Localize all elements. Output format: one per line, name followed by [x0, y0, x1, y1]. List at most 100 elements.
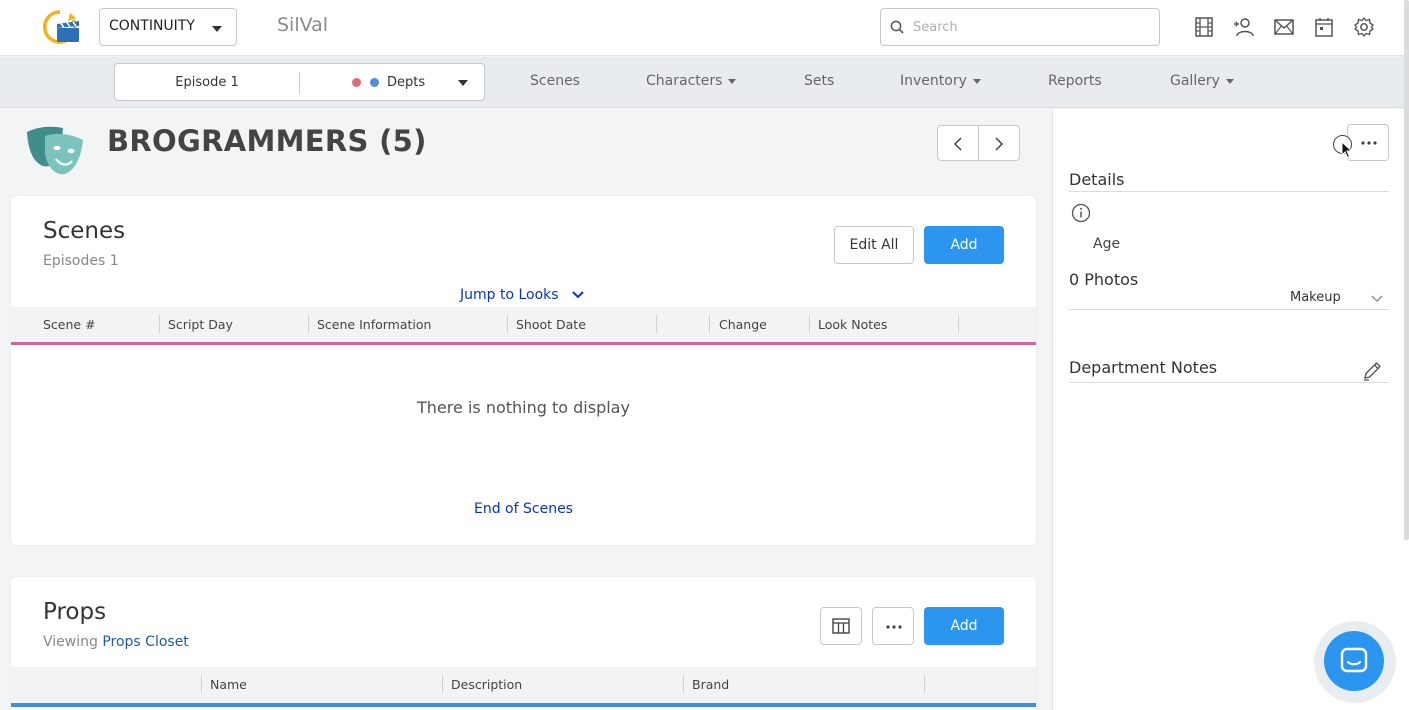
project-name: SilVal	[277, 14, 329, 36]
props-card: Props Viewing Props Closet Add Name Desc…	[11, 577, 1036, 710]
photos-filter-select[interactable]: Makeup	[1290, 290, 1341, 305]
nav-scenes[interactable]: Scenes	[530, 73, 580, 89]
scenes-card: Scenes Episodes 1 Edit All Add Jump to L…	[11, 196, 1036, 545]
add-scene-button[interactable]: Add	[924, 226, 1004, 264]
props-table-header: Name Description Brand	[11, 667, 1036, 703]
page-title: BROGRAMMERS (5)	[107, 124, 427, 158]
col-shoot-date[interactable]: Shoot Date	[516, 317, 586, 332]
depts-select[interactable]: Depts	[387, 75, 425, 90]
col-brand[interactable]: Brand	[692, 677, 729, 692]
nav-gallery-label: Gallery	[1170, 73, 1220, 89]
col-scene-information[interactable]: Scene Information	[317, 317, 431, 332]
page-scrollbar[interactable]	[1404, 0, 1409, 540]
column-separator	[201, 675, 202, 693]
panel-more-button[interactable]	[1347, 124, 1389, 161]
selector-divider	[299, 72, 300, 94]
column-separator	[683, 675, 684, 693]
scenes-subtitle: Episodes 1	[43, 253, 119, 269]
age-label: Age	[1093, 236, 1121, 252]
gear-icon[interactable]	[1353, 16, 1375, 38]
props-accent-bar	[11, 703, 1036, 707]
dept-dot-blue	[370, 78, 379, 87]
prev-button[interactable]	[937, 125, 979, 161]
scenes-accent-bar	[11, 342, 1036, 345]
search-input[interactable]	[913, 17, 1143, 37]
caret-down-icon	[728, 78, 737, 84]
details-title: Details	[1069, 170, 1125, 189]
nav-characters[interactable]: Characters	[646, 73, 737, 89]
jump-to-looks-link[interactable]: Jump to Looks	[460, 287, 584, 303]
photos-title: 0 Photos	[1069, 270, 1139, 289]
top-bar: CONTINUITY SilVal	[0, 0, 1409, 56]
section-divider	[1069, 191, 1389, 192]
chat-widget-button[interactable]	[1314, 621, 1396, 703]
next-button[interactable]	[978, 125, 1020, 161]
chevron-down-icon[interactable]	[1371, 293, 1383, 303]
props-more-button[interactable]	[872, 607, 914, 645]
col-look-notes[interactable]: Look Notes	[818, 317, 887, 332]
mail-icon[interactable]	[1273, 16, 1295, 38]
chevron-right-icon	[995, 137, 1004, 151]
search-icon	[890, 20, 904, 34]
column-separator	[809, 315, 810, 333]
column-separator	[656, 315, 657, 333]
more-horizontal-icon	[1361, 141, 1377, 145]
scenes-title: Scenes	[43, 218, 126, 244]
nav-gallery[interactable]: Gallery	[1170, 73, 1234, 89]
jump-to-looks-label: Jump to Looks	[460, 287, 559, 303]
more-horizontal-icon	[886, 625, 902, 629]
section-divider	[1069, 382, 1389, 383]
nav-scenes-label: Scenes	[530, 73, 580, 89]
pencil-edit-icon[interactable]	[1361, 360, 1383, 382]
end-of-scenes-label: End of Scenes	[474, 501, 573, 517]
nav-reports-label: Reports	[1048, 73, 1102, 89]
caret-down-icon	[972, 78, 981, 84]
column-separator	[308, 315, 309, 333]
props-closet-link[interactable]: Props Closet	[102, 634, 188, 650]
edit-all-button[interactable]: Edit All	[834, 226, 914, 264]
nav-sets-label: Sets	[804, 73, 835, 89]
table-columns-icon	[832, 618, 850, 634]
nav-reports[interactable]: Reports	[1048, 73, 1102, 89]
col-name[interactable]: Name	[210, 677, 247, 692]
app-mode-label: CONTINUITY	[109, 18, 195, 34]
chevron-left-icon	[953, 137, 962, 151]
empty-message: There is nothing to display	[417, 398, 630, 417]
search-box[interactable]	[880, 8, 1160, 46]
caret-down-icon	[1225, 78, 1234, 84]
dept-dot-red	[352, 78, 361, 87]
nav-inventory[interactable]: Inventory	[900, 73, 981, 89]
details-panel: Details Age 0 Photos Makeup Department N…	[1052, 109, 1409, 710]
film-strip-icon[interactable]	[1193, 16, 1215, 38]
info-icon[interactable]	[1071, 203, 1091, 223]
caret-down-icon	[212, 26, 222, 32]
col-change[interactable]: Change	[719, 317, 767, 332]
col-scene-number[interactable]: Scene #	[43, 317, 96, 332]
add-user-icon[interactable]	[1233, 16, 1255, 38]
episode-select[interactable]: Episode 1	[115, 75, 299, 90]
props-title: Props	[43, 599, 107, 625]
column-separator	[159, 315, 160, 333]
col-description[interactable]: Description	[451, 677, 522, 692]
chat-icon	[1340, 647, 1368, 673]
column-separator	[442, 675, 443, 693]
caret-down-icon[interactable]	[458, 80, 468, 86]
nav-bar: Episode 1 Depts Scenes Characters Sets I…	[0, 57, 1409, 108]
calendar-icon[interactable]	[1313, 16, 1335, 38]
props-subtitle: Viewing Props Closet	[43, 634, 189, 650]
nav-sets[interactable]: Sets	[804, 73, 834, 89]
app-mode-select[interactable]: CONTINUITY	[99, 8, 237, 46]
column-separator	[924, 675, 925, 693]
episode-dept-selector: Episode 1 Depts	[114, 63, 485, 101]
column-separator	[958, 315, 959, 333]
chevron-down-icon	[572, 291, 584, 299]
columns-button[interactable]	[820, 607, 862, 645]
continuity-logo-icon[interactable]	[40, 8, 82, 46]
col-script-day[interactable]: Script Day	[168, 317, 233, 332]
nav-characters-label: Characters	[646, 73, 723, 89]
nav-inventory-label: Inventory	[900, 73, 967, 89]
add-prop-button[interactable]: Add	[924, 607, 1004, 645]
department-notes-title: Department Notes	[1069, 358, 1218, 377]
theater-masks-icon	[27, 126, 83, 175]
column-separator	[709, 315, 710, 333]
